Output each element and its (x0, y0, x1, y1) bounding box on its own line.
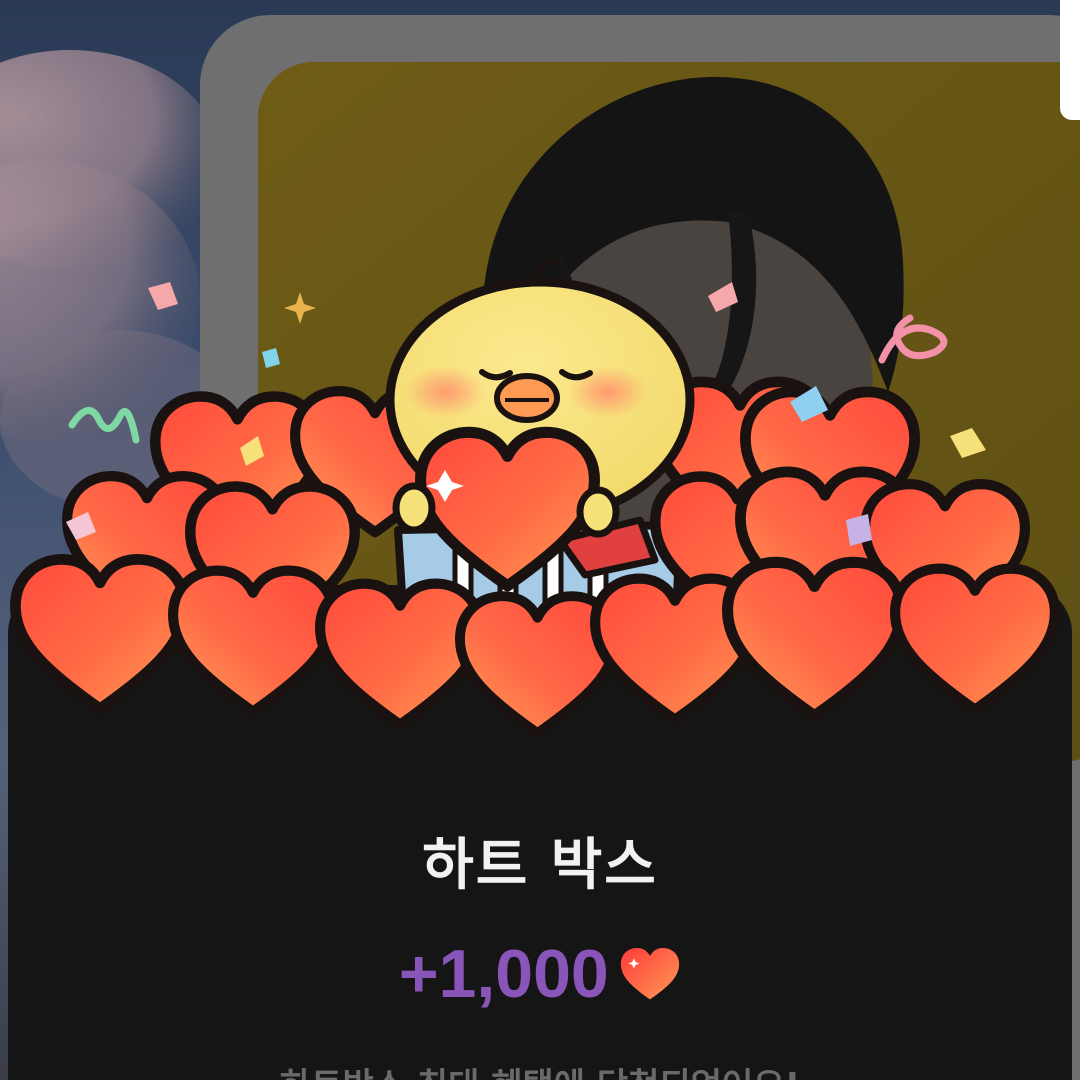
reward-amount: +1,000 (398, 936, 609, 1012)
screen: 하트 박스 +1,000 하트박스 최대 혜택에 당첨되었어요! (0, 0, 1080, 1080)
popup-title: 하트 박스 (422, 833, 658, 898)
heart-icon (621, 947, 680, 1000)
reward-description: 하트박스 최대 혜택에 당첨되었어요! (0, 1058, 1080, 1080)
heart-box-illustration (0, 257, 1080, 760)
scroll-edge-indicator (1060, 0, 1080, 120)
reward-row: +1,000 (0, 935, 1080, 1013)
